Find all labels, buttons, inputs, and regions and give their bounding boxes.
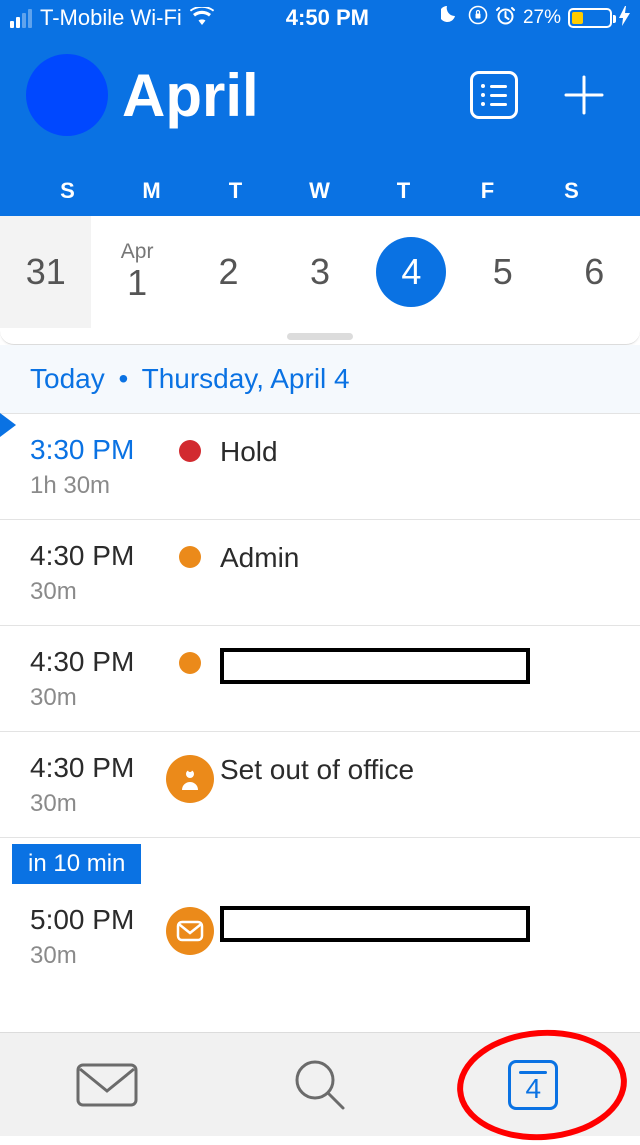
nav-calendar[interactable]: 4 — [453, 1033, 613, 1137]
date-5[interactable]: 5 — [457, 216, 548, 328]
orientation-lock-icon — [468, 5, 488, 31]
event-title: Admin — [220, 540, 640, 574]
event-list[interactable]: 3:30 PM 1h 30m Hold 4:30 PM 30m Admin 4:… — [0, 414, 640, 989]
calendar-dot-icon — [179, 440, 201, 462]
person-info-icon — [166, 755, 214, 803]
month-title[interactable]: April — [122, 61, 470, 130]
alarm-icon — [495, 5, 516, 32]
event-duration: 1h 30m — [30, 472, 160, 500]
redacted-title — [220, 648, 530, 684]
now-marker-icon — [0, 413, 16, 437]
event-time: 4:30 PM — [30, 540, 160, 572]
date-3[interactable]: 3 — [274, 216, 365, 328]
expand-handle[interactable] — [0, 328, 640, 344]
event-redacted-1[interactable]: 4:30 PM 30m — [0, 626, 640, 732]
date-2[interactable]: 2 — [183, 216, 274, 328]
separator: • — [119, 363, 129, 394]
date-31[interactable]: 31 — [0, 216, 91, 328]
event-admin[interactable]: 4:30 PM 30m Admin — [0, 520, 640, 626]
mail-circle-icon — [166, 907, 214, 955]
status-bar: T-Mobile Wi-Fi 4:50 PM 27% — [0, 0, 640, 36]
bottom-nav: 4 — [0, 1032, 640, 1136]
upcoming-badge: in 10 min — [12, 844, 141, 884]
weekday-t: T — [194, 178, 278, 204]
weekday-s: S — [26, 178, 110, 204]
event-hold[interactable]: 3:30 PM 1h 30m Hold — [0, 414, 640, 520]
cellular-signal-icon — [10, 9, 32, 28]
calendar-dot-icon — [179, 546, 201, 568]
wifi-icon — [190, 5, 214, 31]
calendar-header: April S M T W T F S — [0, 36, 640, 216]
date-1[interactable]: Apr 1 — [91, 216, 182, 328]
date-4-selected[interactable]: 4 — [366, 216, 457, 328]
status-time: 4:50 PM — [214, 5, 441, 31]
charging-icon — [619, 6, 630, 31]
weekday-f: F — [446, 178, 530, 204]
event-time: 3:30 PM — [30, 434, 160, 466]
event-time: 4:30 PM — [30, 646, 160, 678]
date-strip: 31 Apr 1 2 3 4 5 6 — [0, 216, 640, 345]
agenda-view-icon[interactable] — [470, 71, 518, 119]
redacted-title — [220, 906, 530, 942]
event-duration: 30m — [30, 684, 160, 712]
today-label: Today — [30, 363, 105, 394]
event-time: 4:30 PM — [30, 752, 160, 784]
avatar[interactable] — [26, 54, 108, 136]
battery-pct: 27% — [523, 7, 561, 29]
weekday-s2: S — [530, 178, 614, 204]
weekday-w: W — [278, 178, 362, 204]
today-header: Today • Thursday, April 4 — [0, 345, 640, 414]
event-out-of-office[interactable]: 4:30 PM 30m Set out of office — [0, 732, 640, 838]
event-title: Set out of office — [220, 752, 640, 786]
date-6[interactable]: 6 — [549, 216, 640, 328]
nav-mail[interactable] — [27, 1033, 187, 1137]
mail-icon — [75, 1062, 139, 1108]
calendar-dot-icon — [179, 652, 201, 674]
add-event-icon[interactable] — [562, 73, 606, 117]
calendar-icon: 4 — [508, 1060, 558, 1110]
carrier-label: T-Mobile Wi-Fi — [40, 5, 182, 31]
battery-icon — [568, 8, 612, 28]
event-time: 5:00 PM — [30, 904, 160, 936]
event-upcoming-mail[interactable]: 5:00 PM 30m — [0, 884, 640, 989]
event-duration: 30m — [30, 790, 160, 818]
moon-icon — [441, 5, 461, 31]
upcoming-badge-row: in 10 min — [0, 838, 640, 884]
event-title: Hold — [220, 434, 640, 468]
nav-search[interactable] — [240, 1033, 400, 1137]
weekday-row: S M T W T F S — [26, 178, 614, 204]
event-duration: 30m — [30, 578, 160, 606]
event-duration: 30m — [30, 942, 160, 970]
search-icon — [293, 1058, 347, 1112]
weekday-t2: T — [362, 178, 446, 204]
weekday-m: M — [110, 178, 194, 204]
today-date: Thursday, April 4 — [142, 363, 350, 394]
